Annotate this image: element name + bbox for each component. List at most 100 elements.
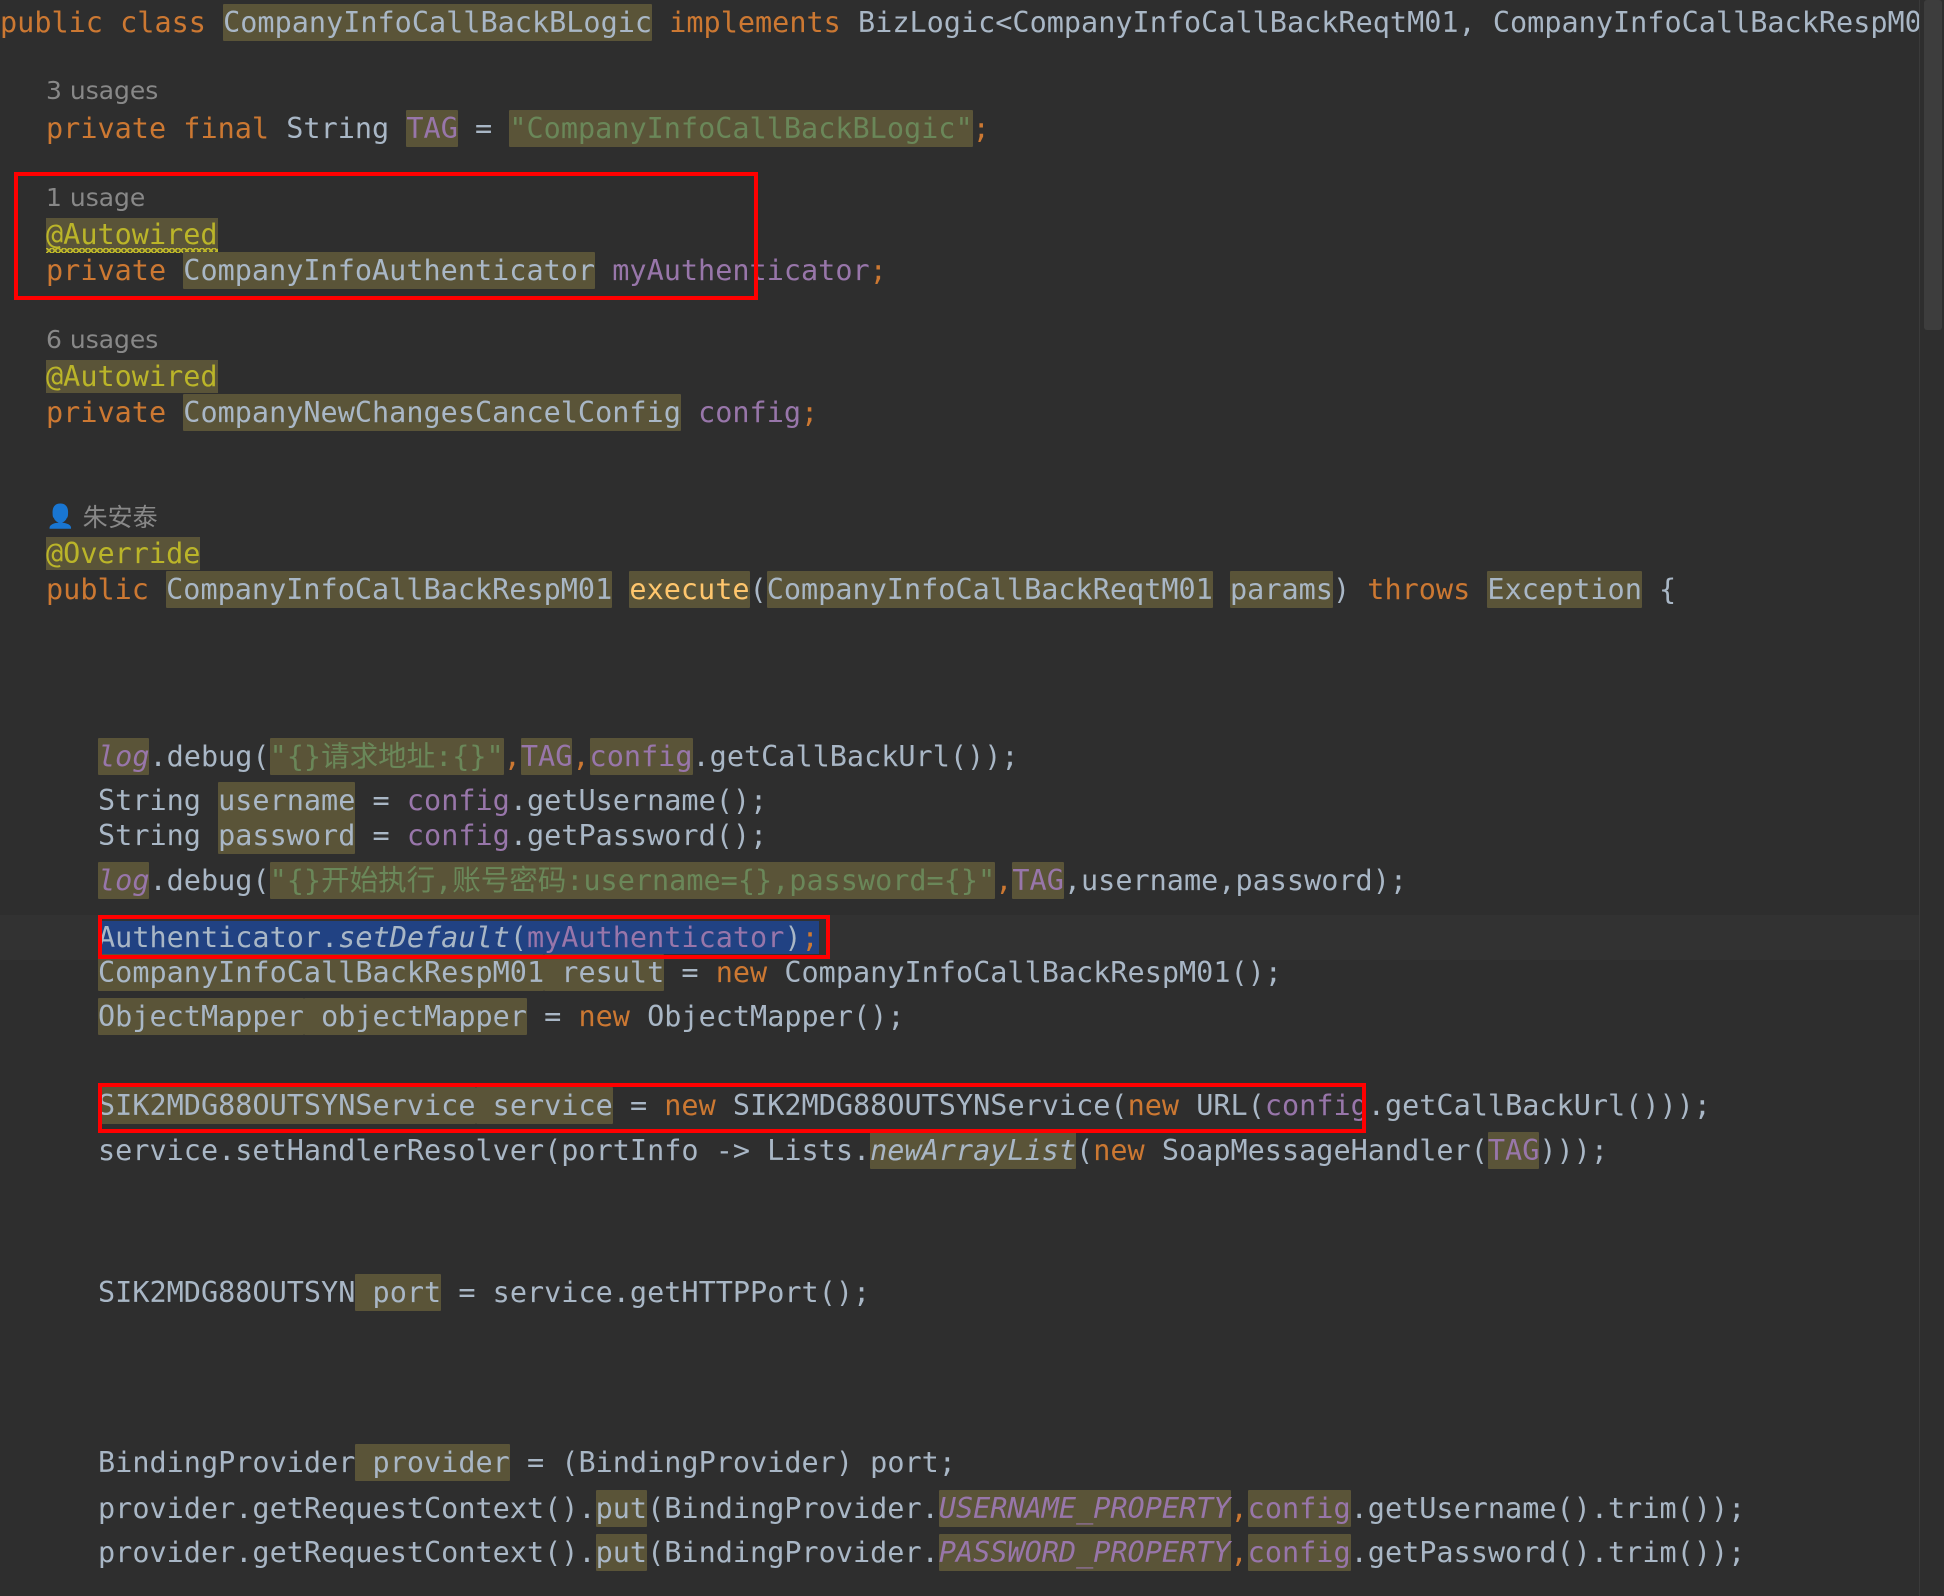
- implemented-interface: BizLogic<CompanyInfoCallBackReqtM01, Com…: [858, 6, 1920, 39]
- code-line-authenticator-field: private CompanyInfoAuthenticator myAuthe…: [0, 248, 1920, 293]
- code-token: ObjectMapper();: [629, 1000, 905, 1033]
- code-line-port-declaration: SIK2MDG88OUTSYN port = service.getHTTPPo…: [0, 1270, 1920, 1315]
- keyword-public: public: [0, 6, 103, 39]
- code-line-string-password: String password = config.getPassword();: [0, 813, 1920, 858]
- code-token: config: [1264, 1089, 1368, 1122]
- code-token: put: [595, 1490, 648, 1527]
- code-token: password: [218, 817, 356, 854]
- keyword-private: private: [46, 112, 167, 145]
- code-token: ,: [572, 740, 590, 773]
- code-token: provider.getRequestContext().: [98, 1536, 596, 1569]
- code-token: ,: [503, 740, 521, 773]
- code-token: = service.getHTTPPort();: [441, 1276, 871, 1309]
- keyword-public: public: [46, 573, 149, 606]
- code-token: config: [406, 819, 510, 852]
- code-token: ,: [1230, 1492, 1248, 1525]
- code-token: new: [715, 956, 768, 989]
- code-token: new: [664, 1089, 716, 1122]
- code-token: config: [1247, 1534, 1351, 1571]
- code-editor[interactable]: public class CompanyInfoCallBackBLogic i…: [0, 0, 1944, 1596]
- code-token: ,: [995, 864, 1013, 897]
- code-token: .debug(: [149, 740, 270, 773]
- code-token: log: [98, 738, 150, 775]
- code-token: =: [612, 1089, 665, 1122]
- code-token: =: [355, 819, 407, 852]
- code-line-tag-field: private final String TAG = "CompanyInfoC…: [0, 106, 1920, 151]
- code-token: CompanyInfoCallBackRespM01: [98, 954, 545, 991]
- code-surface[interactable]: public class CompanyInfoCallBackBLogic i…: [0, 0, 1920, 1596]
- method-return-type: CompanyInfoCallBackRespM01: [166, 571, 613, 608]
- thrown-exception: Exception: [1487, 571, 1642, 608]
- code-token: new: [578, 1000, 630, 1033]
- annotation-autowired: @Autowired: [46, 218, 218, 251]
- keyword-implements: implements: [669, 6, 841, 39]
- code-token: .getCallBackUrl()));: [1367, 1089, 1711, 1122]
- keyword-private: private: [46, 254, 167, 287]
- code-token: TAG: [520, 738, 573, 775]
- code-token: (: [1076, 1134, 1094, 1167]
- code-line-objectmapper-declaration: ObjectMapper objectMapper = new ObjectMa…: [0, 994, 1920, 1039]
- code-token: provider.getRequestContext().: [98, 1492, 596, 1525]
- code-token: SoapMessageHandler(: [1144, 1134, 1488, 1167]
- code-token: ObjectMapper: [98, 998, 304, 1035]
- author-name: 朱安泰: [82, 503, 158, 532]
- tag-field-type: String: [286, 112, 390, 145]
- usages-hint-tag[interactable]: 3 usages: [46, 71, 158, 111]
- code-line-bindingprovider-declaration: BindingProvider provider = (BindingProvi…: [0, 1440, 1920, 1485]
- paren-open: (: [749, 573, 767, 606]
- code-token: =: [664, 956, 716, 989]
- tag-field-value: "CompanyInfoCallBackBLogic": [509, 110, 973, 147]
- code-line-service-declaration: SIK2MDG88OUTSYNService service = new SIK…: [0, 1083, 1920, 1128]
- code-token: =: [526, 1000, 579, 1033]
- annotation-override: @Override: [46, 537, 201, 570]
- code-line-put-username-property: provider.getRequestContext().put(Binding…: [0, 1486, 1920, 1531]
- keyword-class: class: [120, 6, 206, 39]
- paren-close: ): [1332, 573, 1351, 606]
- code-token: (BindingProvider.: [647, 1536, 939, 1569]
- code-token: USERNAME_PROPERTY: [938, 1490, 1231, 1527]
- tag-field-name: TAG: [406, 110, 458, 147]
- code-line-log-debug-url: log.debug("{}请求地址:{}",TAG,config.getCall…: [0, 734, 1920, 779]
- vertical-scrollbar-thumb[interactable]: [1924, 0, 1942, 330]
- code-token: service.setHandlerResolver(portInfo -> L…: [98, 1134, 871, 1167]
- method-param-type: CompanyInfoCallBackReqtM01: [766, 571, 1213, 608]
- code-line-method-signature: public CompanyInfoCallBackRespM01 execut…: [0, 567, 1920, 612]
- semicolon: ;: [972, 112, 990, 145]
- code-token: )));: [1539, 1134, 1608, 1167]
- code-token: service: [475, 1087, 613, 1124]
- semicolon: ;: [869, 254, 887, 287]
- code-token: ,username,password);: [1063, 864, 1408, 897]
- config-field-type: CompanyNewChangesCancelConfig: [183, 394, 681, 431]
- semicolon: ;: [801, 396, 819, 429]
- code-token: port: [355, 1274, 442, 1311]
- code-line-set-handler-resolver: service.setHandlerResolver(portInfo -> L…: [0, 1128, 1920, 1173]
- code-line-config-field: private CompanyNewChangesCancelConfig co…: [0, 390, 1920, 435]
- code-token: = (BindingProvider) port;: [509, 1446, 956, 1479]
- authenticator-field-type: CompanyInfoAuthenticator: [183, 252, 596, 289]
- code-token: newArrayList: [870, 1132, 1077, 1169]
- code-token: CompanyInfoCallBackRespM01();: [767, 956, 1282, 989]
- code-token: config: [1247, 1490, 1351, 1527]
- code-token: log: [98, 862, 150, 899]
- code-token: provider: [355, 1444, 510, 1481]
- code-token: result: [544, 954, 665, 991]
- code-line-class-declaration: public class CompanyInfoCallBackBLogic i…: [0, 0, 1920, 45]
- brace-open: {: [1659, 573, 1677, 606]
- code-token: new: [1127, 1089, 1180, 1122]
- editor-right-gutter[interactable]: [1919, 0, 1944, 1596]
- code-token: objectMapper: [303, 998, 527, 1035]
- code-line-result-declaration: CompanyInfoCallBackRespM01 result = new …: [0, 950, 1920, 995]
- code-token: ,: [1230, 1536, 1248, 1569]
- keyword-final: final: [183, 112, 270, 145]
- code-line-put-password-property: provider.getRequestContext().put(Binding…: [0, 1530, 1920, 1575]
- code-token: config: [589, 738, 693, 775]
